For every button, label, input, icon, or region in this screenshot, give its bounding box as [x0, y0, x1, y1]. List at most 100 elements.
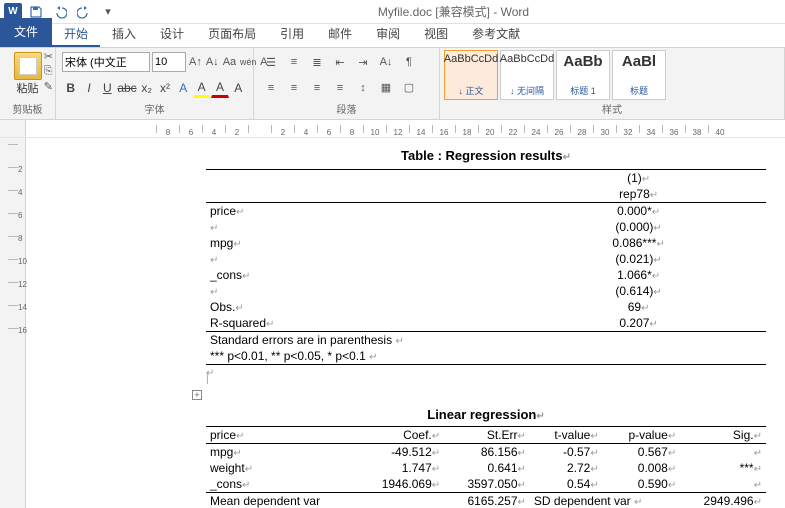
align-left-icon[interactable]: ≡: [260, 78, 282, 98]
char-shading-icon[interactable]: A: [230, 78, 247, 98]
tab-insert[interactable]: 插入: [100, 21, 148, 47]
tab-review[interactable]: 审阅: [364, 21, 412, 47]
align-center-icon[interactable]: ≡: [283, 78, 305, 98]
table1-rowlabel: Obs.↵: [206, 299, 511, 315]
table2-cell: _cons↵: [206, 476, 358, 493]
subscript-button[interactable]: x₂: [138, 78, 155, 98]
increase-indent-icon[interactable]: ⇥: [352, 52, 374, 72]
summary-label2: SD dependent var ↵: [530, 493, 680, 508]
increase-font-icon[interactable]: A↑: [188, 52, 203, 72]
font-name-select[interactable]: [62, 52, 150, 72]
paste-icon: [14, 52, 42, 80]
table1-colsub: rep78↵: [511, 186, 766, 203]
table2-cell: 86.156↵: [444, 444, 530, 461]
tab-refs2[interactable]: 参考文献: [460, 21, 532, 47]
summary-label1: Mean dependent var: [206, 493, 358, 508]
qat-customize-icon[interactable]: ▾: [98, 2, 118, 22]
table2-cell: ***↵: [680, 460, 766, 476]
table1-rowval: (0.000)↵: [511, 219, 766, 235]
table1-note2: *** p<0.01, ** p<0.05, * p<0.1 ↵: [206, 348, 766, 365]
table2-cell: 0.567↵: [603, 444, 680, 461]
table2-header: price↵: [206, 427, 358, 444]
underline-button[interactable]: U: [99, 78, 116, 98]
table2-header: St.Err↵: [444, 427, 530, 444]
change-case-icon[interactable]: Aa: [222, 52, 237, 72]
justify-icon[interactable]: ≡: [329, 78, 351, 98]
redo-icon[interactable]: [74, 2, 94, 22]
tab-design[interactable]: 设计: [148, 21, 196, 47]
table2-header: p-value↵: [603, 427, 680, 444]
style-title[interactable]: AaBl 标题: [612, 50, 666, 100]
table2-cell: 0.590↵: [603, 476, 680, 493]
shading-icon[interactable]: ▦: [375, 78, 397, 98]
bullets-icon[interactable]: ☰: [260, 52, 282, 72]
format-painter-icon[interactable]: ✎: [44, 80, 53, 93]
table2-cell: 1946.069↵: [358, 476, 444, 493]
strikethrough-button[interactable]: abc: [117, 78, 137, 98]
show-marks-icon[interactable]: ¶: [398, 52, 420, 72]
document-page[interactable]: Table : Regression results↵ (1)↵ rep78↵ …: [26, 138, 785, 508]
numbering-icon[interactable]: ≡: [283, 52, 305, 72]
table1-rowlabel: mpg↵: [206, 235, 511, 251]
borders-icon[interactable]: ▢: [398, 78, 420, 98]
table2-cell: 3597.050↵: [444, 476, 530, 493]
table2-cell: 0.54↵: [530, 476, 603, 493]
table2-header: t-value↵: [530, 427, 603, 444]
table2-cell: 0.641↵: [444, 460, 530, 476]
vertical-ruler[interactable]: 246810121416: [0, 138, 26, 508]
summary-val2: 2949.496↵: [680, 493, 766, 508]
paste-button[interactable]: 粘贴: [6, 50, 49, 98]
table2-title: Linear regression↵: [206, 407, 766, 422]
style-normal[interactable]: AaBbCcDd ↓ 正文: [444, 50, 498, 100]
table2-header: Sig.↵: [680, 427, 766, 444]
tab-view[interactable]: 视图: [412, 21, 460, 47]
sort-icon[interactable]: A↓: [375, 52, 397, 72]
table2-cell: 2.72↵: [530, 460, 603, 476]
table2-cell: ↵: [680, 476, 766, 493]
clipboard-group-label: 剪贴板: [6, 101, 49, 117]
table1-rowval: (0.021)↵: [511, 251, 766, 267]
table2-cell: weight↵: [206, 460, 358, 476]
window-title: Myfile.doc [兼容模式] - Word: [122, 3, 785, 20]
font-size-select[interactable]: [152, 52, 186, 72]
undo-icon[interactable]: [50, 2, 70, 22]
bold-button[interactable]: B: [62, 78, 79, 98]
table1-rowval: 69↵: [511, 299, 766, 315]
highlight-icon[interactable]: A: [193, 78, 210, 98]
table2-cell: 1.747↵: [358, 460, 444, 476]
multilevel-icon[interactable]: ≣: [306, 52, 328, 72]
style-nospacing[interactable]: AaBbCcDd ↓ 无间隔: [500, 50, 554, 100]
decrease-indent-icon[interactable]: ⇤: [329, 52, 351, 72]
table1-note1: Standard errors are in parenthesis ↵: [206, 332, 766, 349]
table2-cell: -0.57↵: [530, 444, 603, 461]
align-right-icon[interactable]: ≡: [306, 78, 328, 98]
text-effects-icon[interactable]: A: [175, 78, 192, 98]
line-spacing-icon[interactable]: ↕: [352, 78, 374, 98]
table1-rowlabel: price↵: [206, 203, 511, 220]
decrease-font-icon[interactable]: A↓: [205, 52, 220, 72]
style-gallery[interactable]: AaBbCcDd ↓ 正文 AaBbCcDd ↓ 无间隔 AaBb 标题 1 A…: [444, 50, 780, 100]
table1-rowval: 1.066*↵: [511, 267, 766, 283]
table1-rowlabel: ↵: [206, 219, 511, 235]
table1-rowval: 0.000*↵: [511, 203, 766, 220]
paragraph-group-label: 段落: [260, 101, 433, 117]
cut-icon[interactable]: ✂: [44, 50, 53, 63]
tab-layout[interactable]: 页面布局: [196, 21, 268, 47]
table-expand-handle[interactable]: +: [192, 390, 202, 400]
table1-rowval: 0.207↵: [511, 315, 766, 332]
table1-colheader: (1)↵: [511, 170, 766, 187]
copy-icon[interactable]: ⎘: [44, 65, 53, 78]
font-color-icon[interactable]: A: [211, 78, 228, 98]
tab-mailings[interactable]: 邮件: [316, 21, 364, 47]
table2-header: Coef.↵: [358, 427, 444, 444]
paste-label: 粘贴: [17, 80, 39, 96]
italic-button[interactable]: I: [80, 78, 97, 98]
tab-home[interactable]: 开始: [52, 21, 100, 47]
tab-file[interactable]: 文件: [0, 18, 52, 47]
table1-rowval: 0.086***↵: [511, 235, 766, 251]
font-group-label: 字体: [62, 101, 247, 117]
horizontal-ruler[interactable]: 8642246810121416182022242628303234363840: [26, 120, 785, 137]
style-heading1[interactable]: AaBb 标题 1: [556, 50, 610, 100]
superscript-button[interactable]: x²: [156, 78, 173, 98]
tab-references[interactable]: 引用: [268, 21, 316, 47]
